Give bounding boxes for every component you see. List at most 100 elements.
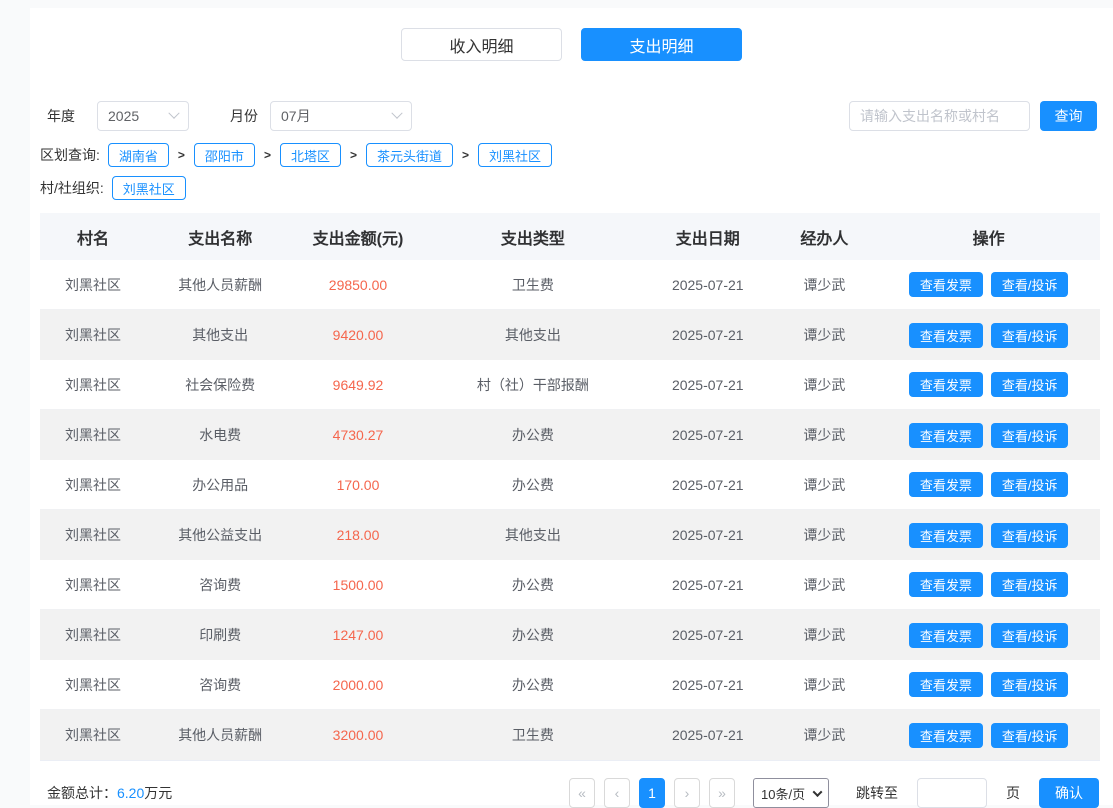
month-value: 07月 [281, 108, 311, 124]
cell-expense-type: 办公费 [511, 627, 554, 643]
pagination-next-button[interactable]: › [674, 778, 700, 808]
cell-expense-type: 办公费 [511, 427, 554, 443]
table-row: 刘黑社区 水电费 4730.27 办公费 2025-07-21 谭少武 查看发票 查看/投诉 [40, 410, 1100, 460]
breadcrumb-item-button[interactable]: 刘黑社区 [478, 143, 553, 167]
cell-amount: 9420.00 [332, 327, 384, 343]
cell-operator: 谭少武 [803, 476, 846, 493]
year-value: 2025 [108, 108, 140, 124]
cell-actions: 查看发票 查看/投诉 [877, 722, 1100, 748]
pagination-prev-button[interactable]: ‹ [604, 778, 630, 808]
breadcrumb-separator: > [177, 148, 185, 162]
view-complaint-button[interactable]: 查看/投诉 [990, 422, 1069, 448]
cell-expense-type: 卫生费 [511, 276, 554, 293]
cell-amount: 4730.27 [332, 427, 384, 443]
total-amount: 金额总计：6.20万元 [47, 783, 172, 803]
view-complaint-button[interactable]: 查看/投诉 [990, 622, 1069, 648]
search-button[interactable]: 查询 [1040, 101, 1097, 131]
tab-expense[interactable]: 支出明细 [581, 28, 742, 61]
view-invoice-button[interactable]: 查看发票 [908, 422, 983, 448]
view-invoice-button[interactable]: 查看发票 [908, 522, 983, 548]
cell-actions: 查看发票 查看/投诉 [877, 322, 1100, 348]
breadcrumb-separator: > [349, 148, 357, 162]
breadcrumb-separator: > [462, 148, 470, 162]
header-operator: 经办人 [800, 230, 849, 248]
cell-expense-type: 村（社）干部报酬 [476, 376, 589, 393]
cell-village: 刘黑社区 [65, 576, 121, 593]
cell-expense-name: 其他人员薪酬 [178, 276, 263, 293]
view-complaint-button[interactable]: 查看/投诉 [990, 672, 1069, 697]
header-village: 村名 [76, 230, 109, 248]
cell-expense-type: 办公费 [511, 476, 554, 493]
cell-date: 2025-07-21 [671, 427, 744, 443]
detail-tabs: 收入明细 支出明细 [30, 8, 1113, 61]
year-select[interactable]: 2025 [97, 101, 189, 131]
cell-expense-name: 印刷费 [199, 627, 242, 643]
org-row: 村/社组织: 刘黑社区 [30, 176, 1113, 200]
org-item-button[interactable]: 刘黑社区 [111, 176, 186, 200]
view-complaint-button[interactable]: 查看/投诉 [990, 572, 1069, 597]
view-complaint-button[interactable]: 查看/投诉 [990, 472, 1069, 497]
search-input[interactable] [849, 101, 1030, 131]
cell-amount: 1500.00 [332, 576, 384, 593]
year-label: 年度 [47, 108, 75, 124]
cell-actions: 查看发票 查看/投诉 [877, 472, 1100, 497]
cell-operator: 谭少武 [803, 427, 846, 443]
jump-page-input[interactable] [917, 778, 987, 808]
breadcrumb-item-button[interactable]: 湖南省 [107, 143, 169, 167]
cell-date: 2025-07-21 [671, 627, 744, 643]
cell-actions: 查看发票 查看/投诉 [877, 372, 1100, 397]
cell-actions: 查看发票 查看/投诉 [877, 672, 1100, 697]
breadcrumb-separator: > [263, 148, 271, 162]
cell-village: 刘黑社区 [65, 727, 121, 743]
view-complaint-button[interactable]: 查看/投诉 [990, 722, 1069, 748]
cell-expense-name: 其他支出 [192, 327, 249, 343]
month-label: 月份 [230, 108, 258, 124]
header-expense-name: 支出名称 [188, 230, 253, 248]
cell-expense-type: 卫生费 [511, 727, 554, 743]
page-size-value: 10条/页 [761, 786, 806, 802]
breadcrumb-item-button[interactable]: 北塔区 [279, 143, 341, 167]
cell-expense-name: 咨询费 [199, 676, 242, 693]
view-invoice-button[interactable]: 查看发票 [908, 622, 983, 648]
cell-operator: 谭少武 [803, 627, 846, 643]
cell-village: 刘黑社区 [65, 276, 121, 293]
cell-expense-name: 咨询费 [199, 576, 242, 593]
confirm-button[interactable]: 确认 [1039, 778, 1099, 808]
view-invoice-button[interactable]: 查看发票 [908, 472, 983, 497]
cell-actions: 查看发票 查看/投诉 [877, 272, 1100, 297]
view-complaint-button[interactable]: 查看/投诉 [990, 372, 1069, 397]
view-invoice-button[interactable]: 查看发票 [908, 722, 983, 748]
cell-expense-name: 其他公益支出 [178, 527, 263, 543]
pagination-page-1[interactable]: 1 [639, 778, 665, 808]
page-size-select[interactable]: 10条/页 [753, 778, 829, 808]
view-invoice-button[interactable]: 查看发票 [908, 672, 983, 697]
view-invoice-button[interactable]: 查看发票 [908, 272, 983, 297]
cell-operator: 谭少武 [803, 727, 846, 743]
cell-expense-name: 办公用品 [192, 476, 249, 493]
cell-expense-name: 社会保险费 [185, 376, 256, 393]
cell-amount: 2000.00 [332, 676, 384, 693]
view-complaint-button[interactable]: 查看/投诉 [990, 272, 1069, 297]
region-breadcrumb: 湖南省 > 邵阳市 > 北塔区 > 茶元头街道 > 刘黑社区 [107, 143, 553, 167]
cell-expense-type: 办公费 [511, 576, 554, 593]
cell-expense-name: 其他人员薪酬 [178, 727, 263, 743]
view-invoice-button[interactable]: 查看发票 [908, 322, 983, 348]
chevron-down-icon [391, 107, 403, 119]
month-select[interactable]: 07月 [270, 101, 412, 131]
view-invoice-button[interactable]: 查看发票 [908, 372, 983, 397]
cell-expense-name: 水电费 [199, 427, 242, 443]
tab-income[interactable]: 收入明细 [401, 28, 562, 61]
cell-date: 2025-07-21 [671, 276, 744, 293]
table-row: 刘黑社区 印刷费 1247.00 办公费 2025-07-21 谭少武 查看发票 查看/投诉 [40, 610, 1100, 660]
pagination-first-button[interactable]: « [569, 778, 595, 808]
view-complaint-button[interactable]: 查看/投诉 [990, 322, 1069, 348]
cell-actions: 查看发票 查看/投诉 [877, 622, 1100, 648]
breadcrumb-item-button[interactable]: 邵阳市 [193, 143, 255, 167]
cell-actions: 查看发票 查看/投诉 [877, 422, 1100, 448]
pagination-last-button[interactable]: » [709, 778, 735, 808]
breadcrumb-item-button[interactable]: 茶元头街道 [365, 143, 453, 167]
view-complaint-button[interactable]: 查看/投诉 [990, 522, 1069, 548]
total-value: 6.20 [117, 785, 145, 801]
view-invoice-button[interactable]: 查看发票 [908, 572, 983, 597]
caret-down-icon [812, 786, 823, 797]
